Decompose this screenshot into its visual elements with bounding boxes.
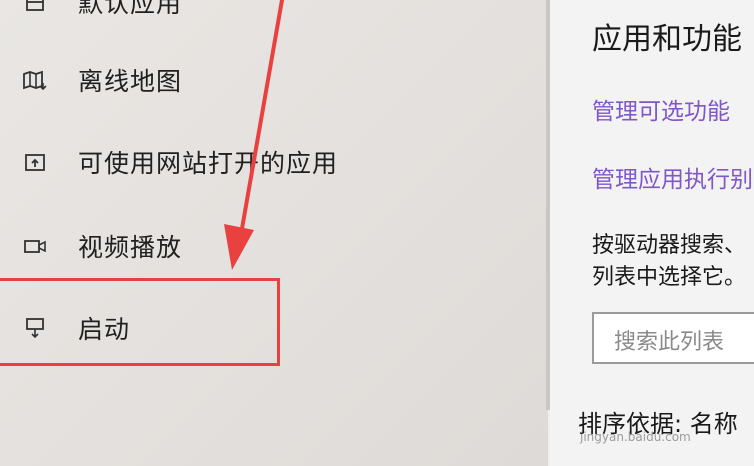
page-title: 应用和功能	[592, 22, 742, 57]
sidebar-item-apps-for-websites[interactable]: 可使用网站打开的应用	[0, 142, 548, 182]
manage-app-execution-aliases-link[interactable]: 管理应用执行别	[592, 160, 753, 194]
settings-sidebar: 默认应用 离线地图 可使用网站打开的应用 视频播放 启动	[0, 0, 548, 466]
sidebar-item-offline-maps[interactable]: 离线地图	[0, 60, 548, 100]
watermark-text: jingyan.baidu.com	[580, 430, 691, 444]
offline-map-icon	[20, 65, 50, 95]
default-apps-icon	[20, 0, 50, 17]
sidebar-item-label: 视频播放	[78, 233, 183, 262]
apps-for-websites-icon	[20, 147, 50, 177]
video-playback-icon	[20, 231, 50, 261]
sidebar-item-video-playback[interactable]: 视频播放	[0, 226, 548, 266]
apps-features-panel: 应用和功能 管理可选功能 管理应用执行别 按驱动器搜索、 列表中选择它。 搜索此…	[550, 0, 754, 466]
sidebar-item-default-apps[interactable]: 默认应用	[0, 0, 548, 22]
highlight-box	[0, 278, 280, 366]
manage-optional-features-link[interactable]: 管理可选功能	[592, 92, 730, 126]
description-line-1: 按驱动器搜索、	[592, 233, 747, 258]
sidebar-item-label: 离线地图	[78, 67, 183, 96]
description-line-2: 列表中选择它。	[592, 265, 747, 290]
sidebar-item-label: 可使用网站打开的应用	[78, 149, 339, 178]
sidebar-item-label: 默认应用	[78, 0, 183, 18]
search-input[interactable]: 搜索此列表	[592, 312, 754, 364]
search-placeholder: 搜索此列表	[614, 330, 725, 355]
